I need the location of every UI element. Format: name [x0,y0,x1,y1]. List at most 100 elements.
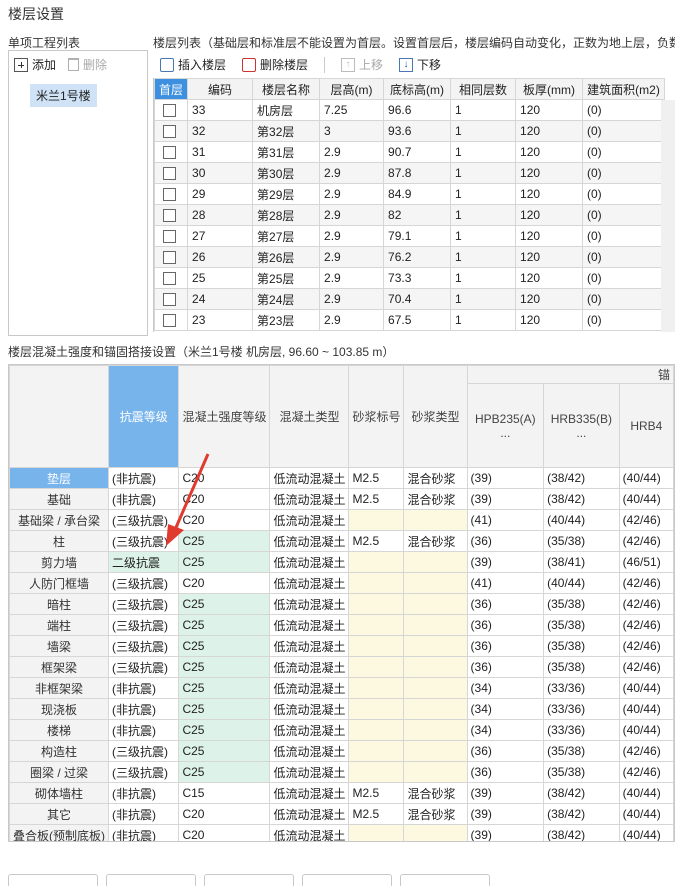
concrete-cell-a[interactable]: (34) [466,719,545,741]
project-item[interactable]: 米兰1号楼 [30,84,97,107]
concrete-cell-mortar-type[interactable] [403,614,468,636]
concrete-cell-grade[interactable]: C25 [178,761,271,783]
floor-cell[interactable]: 1 [450,183,517,205]
floor-cell[interactable]: 96.6 [383,99,452,121]
component-name[interactable]: 其它 [9,803,109,825]
concrete-cell-seismic[interactable]: (非抗震) [107,719,180,741]
floor-row[interactable]: 27 第27层 2.9 79.1 1 120 (0) [154,225,666,247]
floor-cell[interactable]: 84.9 [383,183,452,205]
floor-column-header[interactable]: 底标高(m) [383,78,452,100]
concrete-cell-seismic[interactable]: (非抗震) [107,824,180,841]
concrete-cell-b[interactable]: (35/38) [543,761,620,783]
floor-row[interactable]: 26 第26层 2.9 76.2 1 120 (0) [154,246,666,268]
concrete-cell-mortar[interactable] [348,614,405,636]
floor-row[interactable]: 28 第28层 2.9 82 1 120 (0) [154,204,666,226]
rebar-column-header[interactable]: HRB335(B) ... [543,383,620,468]
floor-table-scrollbar[interactable] [661,100,675,332]
concrete-cell-seismic[interactable]: (三级抗震) [107,572,180,594]
floor-cell[interactable]: 1 [450,162,517,184]
concrete-cell-b[interactable]: (38/42) [543,824,620,841]
concrete-cell-mortar-type[interactable] [403,635,468,657]
concrete-cell-seismic[interactable]: (非抗震) [107,698,180,720]
delete-project-button[interactable]: 删除 [68,56,107,73]
concrete-row[interactable]: 垫层 (非抗震) C20 低流动混凝土 M2.5 混合砂浆 (39) (38/42) (40/4… [9,467,674,489]
floor-cell[interactable]: 120 [515,204,584,226]
component-name[interactable]: 端柱 [9,614,109,636]
concrete-cell-a[interactable]: (41) [466,572,545,594]
floor-cell[interactable]: (0) [582,141,666,163]
floor-cell[interactable]: 120 [515,267,584,289]
concrete-cell-type[interactable]: 低流动混凝土 [269,572,350,594]
concrete-cell-mortar-type[interactable] [403,719,468,741]
concrete-cell-b[interactable]: (38/42) [543,488,620,510]
concrete-cell-mortar-type[interactable] [403,509,468,531]
component-name[interactable]: 构造柱 [9,740,109,762]
floor-cell[interactable]: 120 [515,120,584,142]
floor-cell[interactable]: 24 [187,288,254,310]
concrete-cell-mortar[interactable] [348,761,405,783]
concrete-cell-grade[interactable]: C20 [178,572,271,594]
floor-cell[interactable]: 31 [187,141,254,163]
concrete-row[interactable]: 柱 (三级抗震) C25 低流动混凝土 M2.5 混合砂浆 (36) (35/38) (42/4… [9,530,674,552]
first-floor-checkbox[interactable] [163,251,176,265]
first-floor-cell[interactable] [154,267,189,289]
concrete-cell-type[interactable]: 低流动混凝土 [269,740,350,762]
concrete-cell-a[interactable]: (39) [466,551,545,573]
component-name[interactable]: 圈梁 / 过梁 [9,761,109,783]
first-floor-checkbox[interactable] [163,125,176,139]
insert-floor-button[interactable]: 插入楼层 [160,56,226,73]
floor-cell[interactable]: 33 [187,99,254,121]
rebar-column-header[interactable]: HRB4 [618,383,674,468]
floor-cell[interactable]: 第29层 [252,183,321,205]
concrete-cell-seismic[interactable]: (非抗震) [107,803,180,825]
concrete-cell-mortar-type[interactable] [403,761,468,783]
concrete-cell-type[interactable]: 低流动混凝土 [269,467,350,489]
first-floor-checkbox[interactable] [163,314,176,328]
first-floor-checkbox[interactable] [163,230,176,244]
rebar-column-header[interactable]: HPB235(A) ... [466,383,545,468]
floor-cell[interactable]: (0) [582,246,666,268]
component-name[interactable]: 垫层 [9,467,109,489]
concrete-cell-seismic[interactable]: (三级抗震) [107,656,180,678]
concrete-cell-c[interactable]: (40/44) [618,488,674,510]
floor-cell[interactable]: 25 [187,267,254,289]
floor-cell[interactable]: 1 [450,288,517,310]
concrete-cell-mortar[interactable] [348,572,405,594]
floor-cell[interactable]: (0) [582,288,666,310]
component-name[interactable]: 基础 [9,488,109,510]
concrete-column-header[interactable]: 混凝土类型 [269,365,350,468]
concrete-column-header[interactable]: 砂浆类型 [403,365,468,468]
first-floor-checkbox[interactable] [163,104,176,118]
floor-row[interactable]: 29 第29层 2.9 84.9 1 120 (0) [154,183,666,205]
concrete-row[interactable]: 非框架梁 (非抗震) C25 低流动混凝土 (34) (33/36) (40/44) [9,677,674,699]
concrete-cell-c[interactable]: (42/46) [618,530,674,552]
floor-cell[interactable]: (0) [582,99,666,121]
floor-column-header[interactable]: 楼层名称 [252,78,321,100]
floor-cell[interactable]: 1 [450,225,517,247]
concrete-cell-mortar[interactable] [348,551,405,573]
concrete-cell-mortar-type[interactable] [403,698,468,720]
concrete-cell-a[interactable]: (39) [466,824,545,841]
concrete-cell-grade[interactable]: C25 [178,719,271,741]
delete-floor-button[interactable]: 删除楼层 [242,56,308,73]
floor-cell[interactable]: 1 [450,204,517,226]
concrete-cell-mortar[interactable] [348,824,405,841]
concrete-cell-type[interactable]: 低流动混凝土 [269,698,350,720]
concrete-cell-mortar-type[interactable] [403,593,468,615]
concrete-cell-type[interactable]: 低流动混凝土 [269,488,350,510]
concrete-cell-c[interactable]: (40/44) [618,698,674,720]
floor-column-header[interactable]: 相同层数 [450,78,517,100]
concrete-cell-mortar-type[interactable] [403,572,468,594]
floor-cell[interactable]: 120 [515,225,584,247]
concrete-cell-a[interactable]: (39) [466,803,545,825]
first-floor-cell[interactable] [154,204,189,226]
concrete-cell-seismic[interactable]: (三级抗震) [107,635,180,657]
floor-cell[interactable]: 2.9 [319,183,385,205]
component-name[interactable]: 砌体墙柱 [9,782,109,804]
floor-cell[interactable]: 120 [515,99,584,121]
floor-column-header[interactable]: 首层 [154,78,189,100]
concrete-cell-mortar[interactable]: M2.5 [348,782,405,804]
concrete-cell-grade[interactable]: C25 [178,698,271,720]
concrete-cell-mortar-type[interactable]: 混合砂浆 [403,530,468,552]
floor-column-header[interactable]: 层高(m) [319,78,385,100]
